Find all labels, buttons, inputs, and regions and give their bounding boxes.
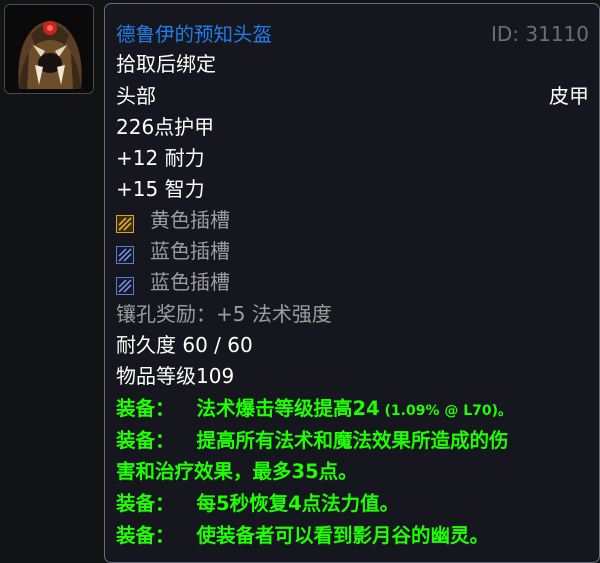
armor-value: 226点护甲 [116,115,215,139]
equip-effect: 装备： 每5秒恢复4点法力值。 [116,488,589,519]
stat-stamina: +12 耐力 [116,146,205,170]
socket-label: 黄色插槽 [150,208,230,232]
druid-helm-icon [5,5,93,93]
item-level: 物品等级109 [116,364,235,388]
equip-effect: 装备： 法术爆击等级提高24 (1.09% @ L70)。 [116,393,589,424]
equip-prefix: 装备： [116,397,175,420]
bind-type: 拾取后绑定 [116,52,216,76]
item-id: ID: 31110 [490,22,589,46]
equip-prefix: 装备： [116,429,175,452]
blue-socket-icon [116,242,134,264]
armor-type: 皮甲 [549,84,589,108]
equip-effect: 装备： 提高所有法术和魔法效果所造成的伤 [116,425,589,456]
blue-socket-icon [116,273,134,295]
slot-row: 头部 皮甲 [116,81,589,112]
equip-effect: 装备： 使装备者可以看到影月谷的幽灵。 [116,520,589,551]
item-name: 德鲁伊的预知头盔 [116,23,273,46]
yellow-socket-icon [116,211,134,233]
item-tooltip: 德鲁伊的预知头盔 ID: 31110 拾取后绑定 头部 皮甲 226点护甲 +1… [104,3,600,563]
durability: 耐久度 60 / 60 [116,333,253,357]
equip-detail: (1.09% @ L70)。 [379,403,513,419]
stat-intellect: +15 智力 [116,177,205,201]
equip-text: 法术爆击等级提高24 [196,397,380,420]
equip-text: 提高所有法术和魔法效果所造成的伤 [196,429,509,452]
socket-blue: 蓝色插槽 [116,236,589,267]
item-icon [4,4,94,94]
item-name-row: 德鲁伊的预知头盔 ID: 31110 [116,19,589,50]
equip-text-continued: 害和治疗效果，最多35点。 [116,460,358,483]
socket-label: 蓝色插槽 [150,270,230,294]
equip-prefix: 装备： [116,492,175,515]
item-slot: 头部 [116,84,156,108]
equip-text: 每5秒恢复4点法力值。 [196,492,400,515]
socket-blue: 蓝色插槽 [116,267,589,298]
socket-yellow: 黄色插槽 [116,205,589,236]
socket-bonus: 镶孔奖励：+5 法术强度 [116,302,332,326]
socket-label: 蓝色插槽 [150,239,230,263]
